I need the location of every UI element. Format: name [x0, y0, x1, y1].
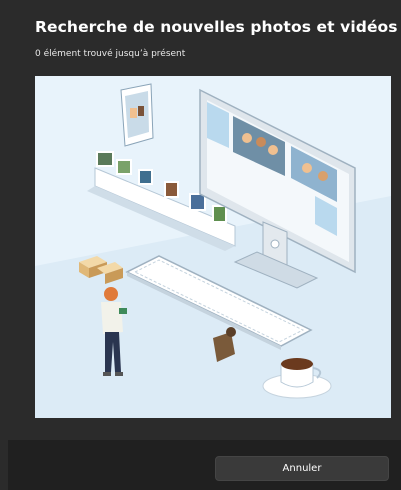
cancel-button[interactable]: Annuler — [215, 456, 389, 481]
status-text: 0 élément trouvé jusqu’à présent — [35, 49, 186, 59]
import-illustration — [35, 76, 391, 418]
dialog-title: Recherche de nouvelles photos et vidéos — [35, 18, 398, 36]
phone-illustration — [120, 83, 154, 147]
import-dialog: Recherche de nouvelles photos et vidéos … — [0, 0, 401, 490]
